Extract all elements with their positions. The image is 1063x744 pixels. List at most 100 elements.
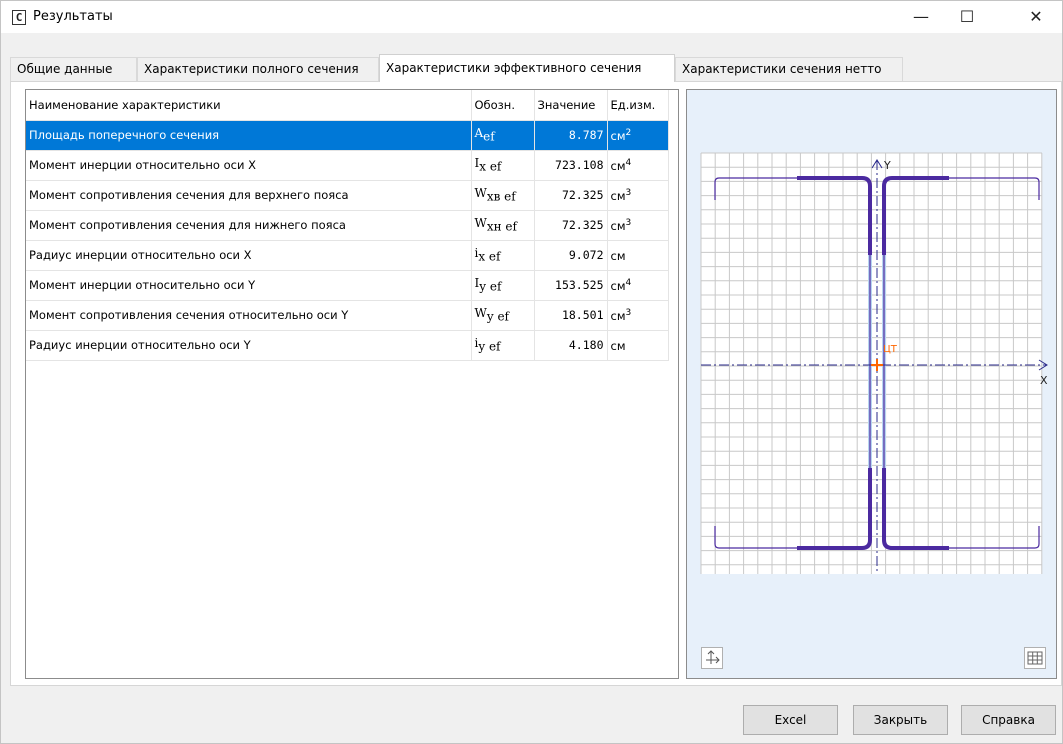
table-row-empty <box>26 600 668 630</box>
symbol-letter: W <box>474 306 487 321</box>
axes-toggle-button[interactable] <box>701 647 723 669</box>
column-header-symbol[interactable]: Обозн. <box>471 90 535 121</box>
table-row[interactable]: Момент сопротивления сечения для нижнего… <box>26 210 669 241</box>
symbol-subscript: y ef <box>479 279 502 294</box>
unit-text: см <box>610 218 626 233</box>
section-viewer[interactable]: Y X ЦТ <box>686 89 1057 679</box>
title-bar[interactable]: C Результаты — ☐ ✕ <box>1 1 1062 33</box>
symbol-letter: A <box>474 126 484 141</box>
table-row[interactable]: Момент сопротивления сечения относительн… <box>26 300 669 331</box>
table-row-empty <box>26 540 668 570</box>
cell-name: Радиус инерции относительно оси X <box>26 240 472 271</box>
cell-unit: см3 <box>607 210 669 241</box>
cell-value: 8.787 <box>534 120 608 151</box>
cell-symbol: Aef <box>471 120 535 151</box>
column-header-unit[interactable]: Ед.изм. <box>607 90 669 121</box>
tab-effective-section[interactable]: Характеристики эффективного сечения <box>379 54 675 82</box>
cell-name: Площадь поперечного сечения <box>26 120 472 151</box>
cell-unit: см2 <box>607 120 669 151</box>
symbol-subscript: xн ef <box>486 219 517 234</box>
close-button[interactable]: Закрыть <box>853 705 948 735</box>
table-row-empty <box>26 570 668 600</box>
unit-power: 4 <box>625 157 632 168</box>
cell-symbol: iy ef <box>471 330 535 361</box>
cell-unit: см3 <box>607 180 669 211</box>
table-row[interactable]: Площадь поперечного сечения Aef 8.787 см2 <box>26 120 669 151</box>
cell-name: Момент сопротивления сечения относительн… <box>26 300 472 331</box>
section-drawing: Y X ЦТ <box>700 152 1048 574</box>
symbol-subscript: x ef <box>479 159 502 174</box>
cell-value: 72.325 <box>534 180 608 211</box>
table-row-empty <box>26 390 668 420</box>
symbol-subscript: x ef <box>478 249 501 264</box>
cell-symbol: Ix ef <box>471 150 535 181</box>
table-row[interactable]: Радиус инерции относительно оси Yiy ef 4.… <box>26 330 669 361</box>
cell-symbol: Wxн ef <box>471 210 535 241</box>
table-row[interactable]: Момент сопротивления сечения для верхнег… <box>26 180 669 211</box>
results-window: C Результаты — ☐ ✕ Общие данные Характер… <box>0 0 1063 744</box>
unit-power: 3 <box>625 217 632 228</box>
excel-button[interactable]: Excel <box>743 705 838 735</box>
table-row-empty <box>26 420 668 450</box>
cell-name: Радиус инерции относительно оси Y <box>26 330 472 361</box>
symbol-subscript: y ef <box>486 309 509 324</box>
cell-unit: см3 <box>607 300 669 331</box>
cell-symbol: Wy ef <box>471 300 535 331</box>
axis-y-label: Y <box>883 159 891 172</box>
cell-name: Момент сопротивления сечения для верхнег… <box>26 180 472 211</box>
characteristics-table[interactable]: Наименование характеристики Обозн. Значе… <box>25 89 679 679</box>
centroid-label: ЦТ <box>883 344 898 355</box>
table-row-empty <box>26 450 668 480</box>
cell-value: 723.108 <box>534 150 608 181</box>
unit-text: см <box>610 278 626 293</box>
cell-unit: см <box>607 330 669 361</box>
cell-name: Момент инерции относительно оси Y <box>26 270 472 301</box>
tab-panel: Наименование характеристики Обозн. Значе… <box>10 81 1062 686</box>
unit-text: см <box>610 158 626 173</box>
close-window-button[interactable]: ✕ <box>1013 1 1059 33</box>
table-row-empty <box>26 480 668 510</box>
column-header-name[interactable]: Наименование характеристики <box>26 90 472 121</box>
table-header: Наименование характеристики Обозн. Значе… <box>26 90 669 121</box>
cell-value: 9.072 <box>534 240 608 271</box>
grid-icon <box>1027 651 1043 665</box>
tab-full-section[interactable]: Характеристики полного сечения <box>137 57 379 81</box>
cell-unit: см4 <box>607 150 669 181</box>
window-title: Результаты <box>33 9 113 24</box>
table-row[interactable]: Радиус инерции относительно оси Xix ef 9.… <box>26 240 669 271</box>
cell-unit: см <box>607 240 669 271</box>
column-header-value[interactable]: Значение <box>534 90 608 121</box>
symbol-subscript: ef <box>483 129 495 144</box>
cell-unit: см4 <box>607 270 669 301</box>
cell-value: 4.180 <box>534 330 608 361</box>
cell-symbol: Iy ef <box>471 270 535 301</box>
cell-value: 18.501 <box>534 300 608 331</box>
symbol-letter: W <box>474 216 487 231</box>
unit-text: см <box>610 128 626 143</box>
tab-general-data[interactable]: Общие данные <box>10 57 137 81</box>
cell-value: 72.325 <box>534 210 608 241</box>
table-row[interactable]: Момент инерции относительно оси X Ix ef 72… <box>26 150 669 181</box>
axes-icon <box>706 650 720 664</box>
cell-name: Момент инерции относительно оси X <box>26 150 472 181</box>
symbol-letter: W <box>474 186 487 201</box>
table-row[interactable]: Момент инерции относительно оси Y Iy ef 15… <box>26 270 669 301</box>
tab-net-section[interactable]: Характеристики сечения нетто <box>675 57 903 81</box>
table-row-empty <box>26 510 668 540</box>
unit-power: 3 <box>625 187 632 198</box>
app-icon: C <box>12 10 26 25</box>
symbol-subscript: y ef <box>478 339 501 354</box>
minimize-button[interactable]: — <box>898 1 944 33</box>
cell-symbol: Wxв ef <box>471 180 535 211</box>
unit-power: 2 <box>625 127 632 138</box>
grid-toggle-button[interactable] <box>1024 647 1046 669</box>
maximize-button[interactable]: ☐ <box>944 1 990 33</box>
unit-text: см <box>610 338 626 353</box>
unit-power: 4 <box>625 277 632 288</box>
table-row-empty <box>26 360 668 390</box>
axis-x-label: X <box>1040 374 1048 387</box>
unit-text: см <box>610 308 626 323</box>
help-button[interactable]: Справка <box>961 705 1056 735</box>
symbol-subscript: xв ef <box>486 189 516 204</box>
table-row-empty <box>26 630 668 660</box>
